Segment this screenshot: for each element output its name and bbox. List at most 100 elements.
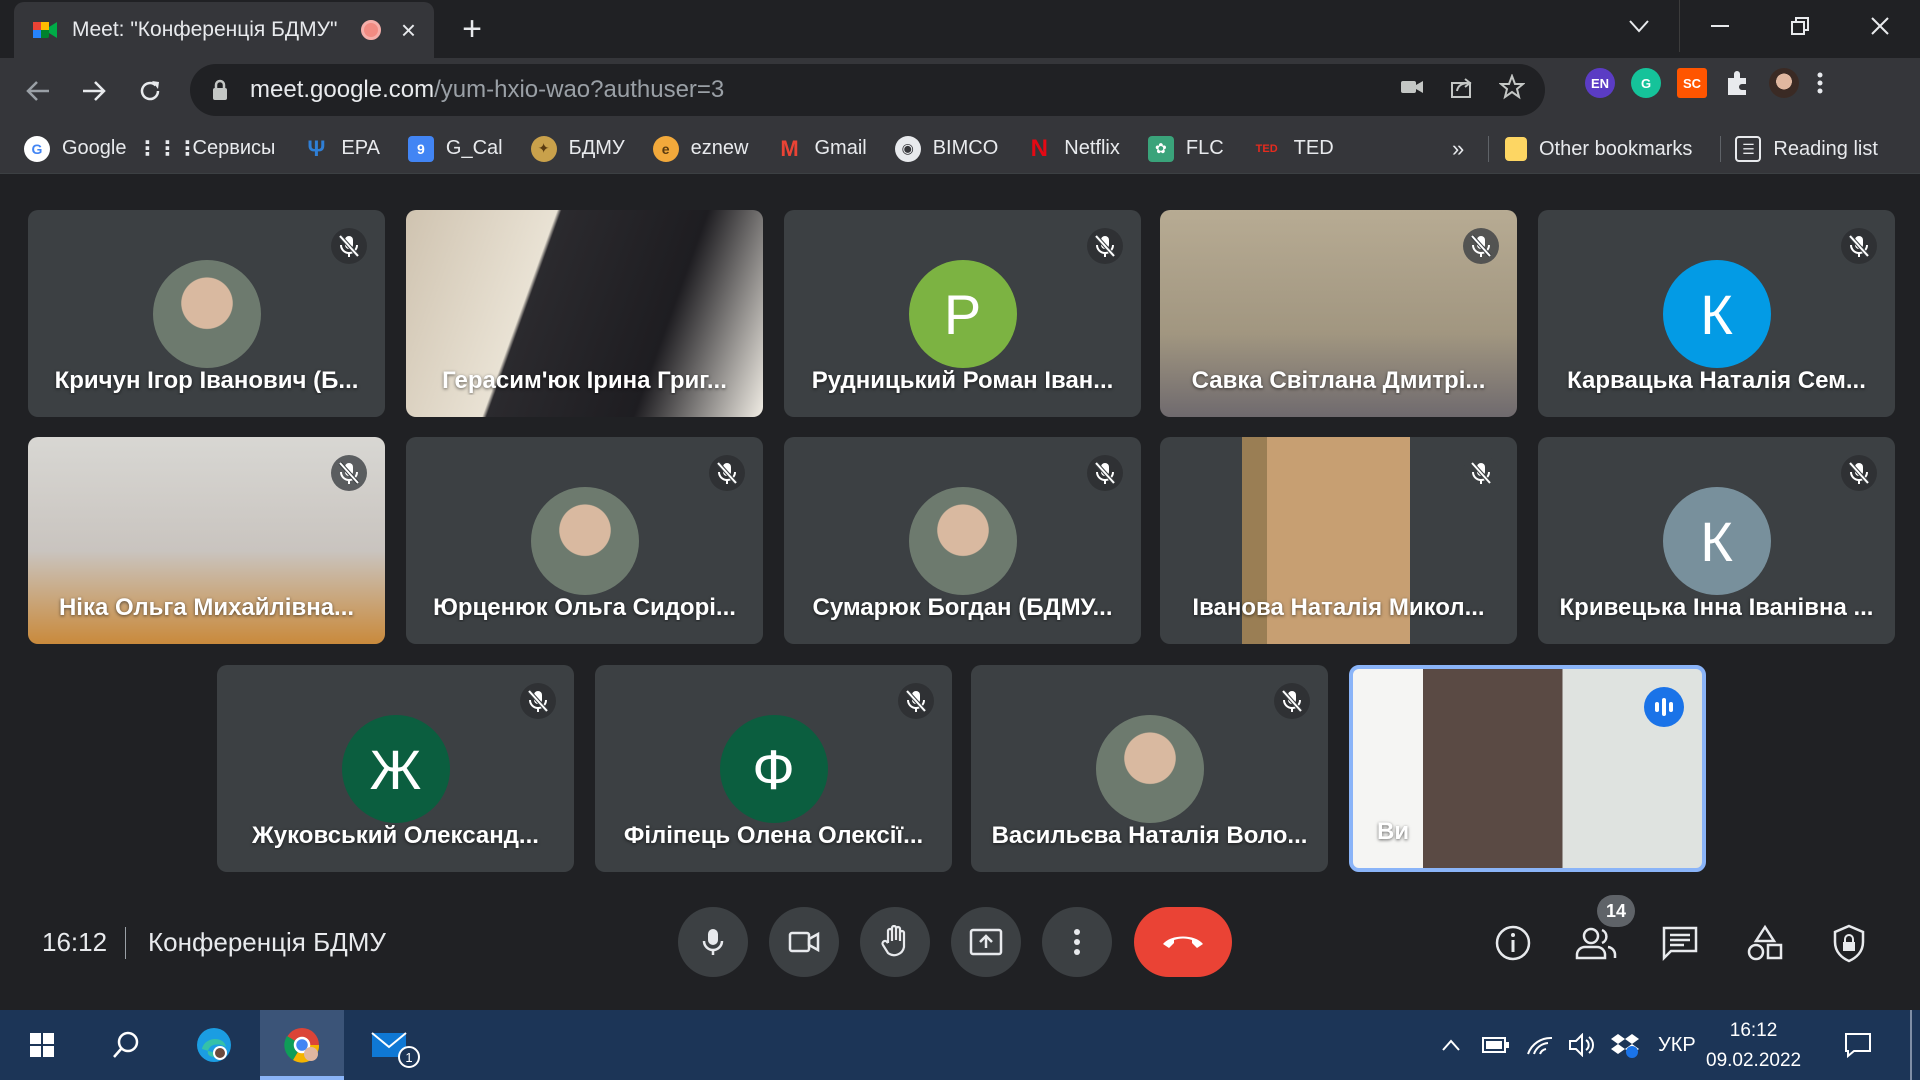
mic-off-icon — [1463, 455, 1499, 491]
speaking-indicator-icon — [1644, 687, 1684, 727]
camera-icon[interactable] — [1399, 74, 1425, 100]
leave-call-button[interactable] — [1134, 907, 1232, 977]
dropbox-icon[interactable] — [1610, 1032, 1640, 1058]
url-host: meet.google.com — [250, 76, 435, 103]
browser-toolbar: meet.google.com/yum-hxio-wao?authuser=3 … — [0, 58, 1920, 124]
participant-tile[interactable]: Кричун Ігор Іванович (Б... — [28, 210, 385, 417]
participant-tile[interactable]: Савка Світлана Дмитрі... — [1160, 210, 1517, 417]
minimize-icon — [1711, 25, 1729, 27]
star-icon[interactable] — [1499, 74, 1525, 100]
ted-icon: TED — [1255, 142, 1278, 155]
forward-button[interactable] — [66, 63, 122, 119]
mic-off-icon — [1841, 455, 1877, 491]
chat-button[interactable] — [1656, 919, 1704, 967]
gmail-icon: M — [780, 135, 799, 161]
reading-list[interactable]: ☰ Reading list — [1735, 136, 1878, 162]
bookmarks-bar: G Google ⋮⋮⋮ Сервисы Ψ EPA 9 G_Cal ✦ БДМУ e ez… — [0, 124, 1920, 174]
close-window-button[interactable] — [1840, 0, 1920, 52]
new-tab-button[interactable]: + — [452, 12, 492, 48]
shapes-icon — [1747, 924, 1783, 961]
activities-button[interactable] — [1741, 919, 1789, 967]
bookmark-bimco[interactable]: ◉ BIMCO — [894, 135, 998, 162]
taskbar-clock[interactable]: 16:12 09.02.2022 — [1706, 1016, 1801, 1076]
tab-search-button[interactable] — [1599, 0, 1679, 52]
extensions-area: EN G SC — [1585, 68, 1825, 98]
bookmark-google[interactable]: G Google — [24, 135, 127, 162]
meeting-details-button[interactable] — [1489, 919, 1537, 967]
edge-taskbar-button[interactable] — [172, 1010, 256, 1080]
flc-icon: ✿ — [1147, 135, 1174, 162]
camera-button[interactable] — [769, 907, 839, 977]
bookmark-bdmu[interactable]: ✦ БДМУ — [530, 135, 625, 162]
browser-tab[interactable]: Meet: "Конференція БДМУ" × — [14, 2, 434, 58]
minimize-button[interactable] — [1680, 0, 1760, 52]
bookmark-services[interactable]: ⋮⋮⋮ Сервисы — [138, 136, 276, 162]
battery-icon[interactable] — [1482, 1036, 1510, 1054]
tab-close-button[interactable]: × — [401, 17, 416, 43]
participant-avatar — [908, 487, 1017, 595]
participant-tile[interactable]: Юрценюк Ольга Сидорі... — [406, 437, 763, 644]
bookmark-gcal[interactable]: 9 G_Cal — [407, 135, 503, 162]
menu-dots-icon[interactable] — [1815, 68, 1825, 98]
profile-avatar[interactable] — [1769, 68, 1799, 98]
notifications-button[interactable] — [1818, 1010, 1898, 1080]
taskbar-time: 16:12 — [1729, 1020, 1778, 1041]
participant-tile[interactable]: К Кривецька Інна Іванівна ... — [1538, 437, 1895, 644]
start-button[interactable] — [0, 1010, 84, 1080]
participant-tile[interactable]: Ви — [1349, 665, 1706, 872]
present-icon — [969, 928, 1003, 956]
participant-tile[interactable]: Герасим'юк Ірина Григ... — [406, 210, 763, 417]
participant-tile[interactable]: Ніка Ольга Михайлівна... — [28, 437, 385, 644]
chat-icon — [1662, 926, 1698, 961]
host-controls-button[interactable] — [1825, 919, 1873, 967]
mail-taskbar-button[interactable]: 1 — [348, 1010, 432, 1080]
reload-button[interactable] — [122, 63, 178, 119]
participant-avatar: К — [1662, 487, 1771, 595]
participant-tile[interactable]: Р Рудницький Роман Іван... — [784, 210, 1141, 417]
participant-avatar — [1095, 715, 1204, 823]
meeting-title: Конференція БДМУ — [148, 927, 386, 957]
search-button[interactable] — [84, 1010, 168, 1080]
lock-icon[interactable] — [210, 79, 230, 101]
share-icon[interactable] — [1449, 74, 1475, 100]
chrome-icon — [284, 1028, 320, 1063]
raise-hand-button[interactable] — [860, 907, 930, 977]
back-button[interactable] — [10, 63, 66, 119]
participant-tile[interactable]: Васильєва Наталія Воло... — [971, 665, 1328, 872]
bookmark-ted[interactable]: TED TED — [1252, 136, 1334, 162]
volume-icon[interactable] — [1568, 1033, 1596, 1057]
bookmark-netflix[interactable]: N Netflix — [1026, 135, 1120, 162]
bookmark-flc[interactable]: ✿ FLC — [1147, 135, 1224, 162]
chevron-up-icon[interactable] — [1440, 1038, 1462, 1052]
reload-icon — [140, 81, 160, 101]
chrome-taskbar-button[interactable] — [260, 1010, 344, 1080]
bookmark-gmail[interactable]: M Gmail — [776, 136, 866, 162]
participant-tile[interactable]: Ф Філіпець Олена Олексії... — [595, 665, 952, 872]
bookmark-eznew[interactable]: e eznew — [652, 135, 748, 162]
keyboard-language[interactable]: УКР — [1658, 1034, 1696, 1057]
more-bookmarks-button[interactable]: » — [1452, 136, 1464, 162]
microphone-button[interactable] — [678, 907, 748, 977]
wifi-icon[interactable] — [1526, 1034, 1554, 1056]
reading-list-icon: ☰ — [1735, 136, 1762, 162]
more-options-button[interactable] — [1042, 907, 1112, 977]
active-indicator — [260, 1076, 344, 1080]
present-screen-button[interactable] — [951, 907, 1021, 977]
participant-tile[interactable]: К Карвацька Наталія Сем... — [1538, 210, 1895, 417]
tab-title: Meet: "Конференція БДМУ" — [72, 18, 338, 41]
participant-count-badge: 14 — [1597, 895, 1635, 927]
other-bookmarks[interactable]: Other bookmarks — [1505, 137, 1692, 161]
restore-button[interactable] — [1760, 0, 1840, 52]
address-bar[interactable]: meet.google.com/yum-hxio-wao?authuser=3 — [190, 64, 1545, 116]
bookmarks-divider-2 — [1720, 136, 1722, 162]
participant-tile[interactable]: Сумарюк Богдан (БДМУ... — [784, 437, 1141, 644]
google-icon: G — [24, 135, 50, 162]
participant-tile[interactable]: Ж Жуковський Олександ... — [217, 665, 574, 872]
sc-extension-icon[interactable]: SC — [1677, 68, 1707, 98]
bookmark-epa[interactable]: Ψ EPA — [303, 136, 379, 162]
show-desktop-button[interactable] — [1910, 1010, 1912, 1080]
grammarly-icon[interactable]: G — [1631, 68, 1661, 98]
puzzle-icon[interactable] — [1723, 68, 1753, 98]
language-extension-icon[interactable]: EN — [1585, 68, 1615, 98]
participant-tile[interactable]: Іванова Наталія Микол... — [1160, 437, 1517, 644]
